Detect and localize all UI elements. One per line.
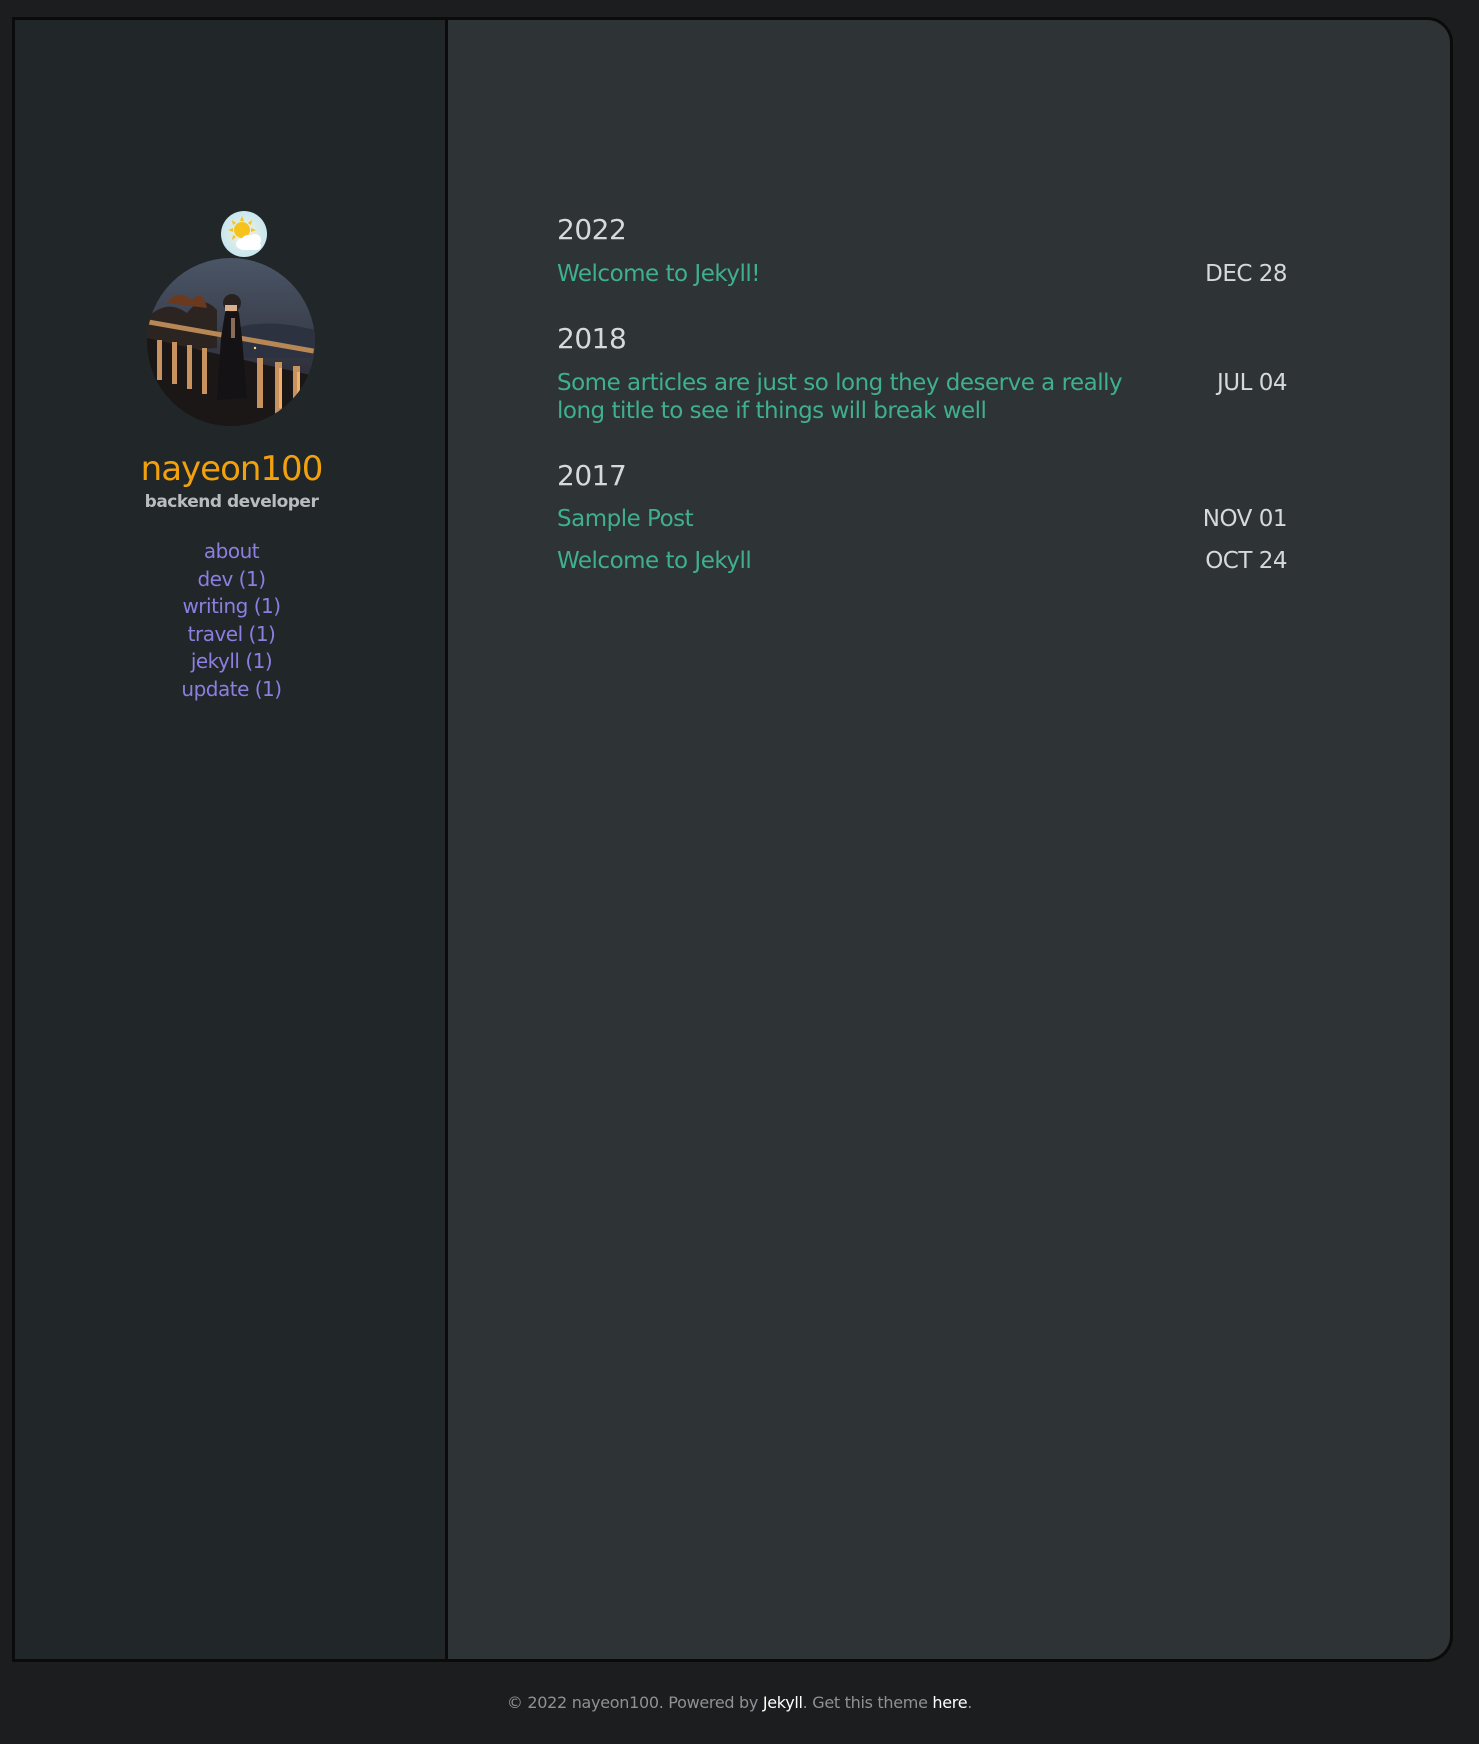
footer: © 2022 nayeon100. Powered by Jekyll. Get… (0, 1692, 1479, 1714)
footer-period: . (967, 1693, 973, 1712)
post-row: Welcome to Jekyll! DEC 28 (557, 260, 1287, 288)
site-subtitle: backend developer (144, 492, 319, 512)
avatar[interactable] (147, 258, 315, 426)
nav-link-travel[interactable]: travel (1) (188, 622, 276, 646)
footer-copyright: © 2022 nayeon100. Powered by (506, 1693, 763, 1712)
site-title[interactable]: nayeon100 (15, 448, 448, 490)
nav-link-writing[interactable]: writing (1) (182, 594, 281, 618)
page-frame: nayeon100 backend developer about dev (1… (12, 17, 1453, 1662)
year-heading: 2022 (557, 213, 627, 246)
post-link[interactable]: Some articles are just so long they dese… (557, 369, 1127, 425)
post-date: OCT 24 (1205, 548, 1287, 574)
post-date: JUL 04 (1216, 370, 1288, 396)
post-link[interactable]: Welcome to Jekyll! (557, 260, 1127, 288)
nav-link-update[interactable]: update (1) (181, 677, 282, 701)
nav-item-dev: dev (1) (15, 566, 448, 594)
post-row: Welcome to Jekyll OCT 24 (557, 547, 1287, 575)
post-link[interactable]: Welcome to Jekyll (557, 547, 1127, 575)
post-date: NOV 01 (1202, 506, 1288, 532)
sun-behind-cloud-icon[interactable] (221, 211, 267, 257)
post-row: Sample Post NOV 01 (557, 505, 1288, 533)
post-date: DEC 28 (1205, 261, 1287, 287)
nav-link-jekyll[interactable]: jekyll (1) (191, 649, 273, 673)
post-row: Some articles are just so long they dese… (557, 369, 1288, 425)
sidebar-nav: about dev (1) writing (1) travel (1) jek… (15, 538, 448, 703)
sidebar: nayeon100 backend developer about dev (1… (15, 20, 448, 1659)
footer-jekyll-link[interactable]: Jekyll (763, 1693, 803, 1712)
year-heading: 2017 (557, 459, 627, 492)
nav-item-travel: travel (1) (15, 621, 448, 649)
nav-item-update: update (1) (15, 676, 448, 704)
year-heading: 2018 (557, 322, 627, 355)
nav-item-about: about (15, 538, 448, 566)
nav-item-writing: writing (1) (15, 593, 448, 621)
footer-theme-text: . Get this theme (802, 1693, 933, 1712)
nav-item-jekyll: jekyll (1) (15, 648, 448, 676)
nav-link-about[interactable]: about (204, 539, 260, 563)
post-link[interactable]: Sample Post (557, 505, 1127, 533)
nav-link-dev[interactable]: dev (1) (197, 567, 266, 591)
footer-theme-link[interactable]: here (932, 1693, 967, 1712)
